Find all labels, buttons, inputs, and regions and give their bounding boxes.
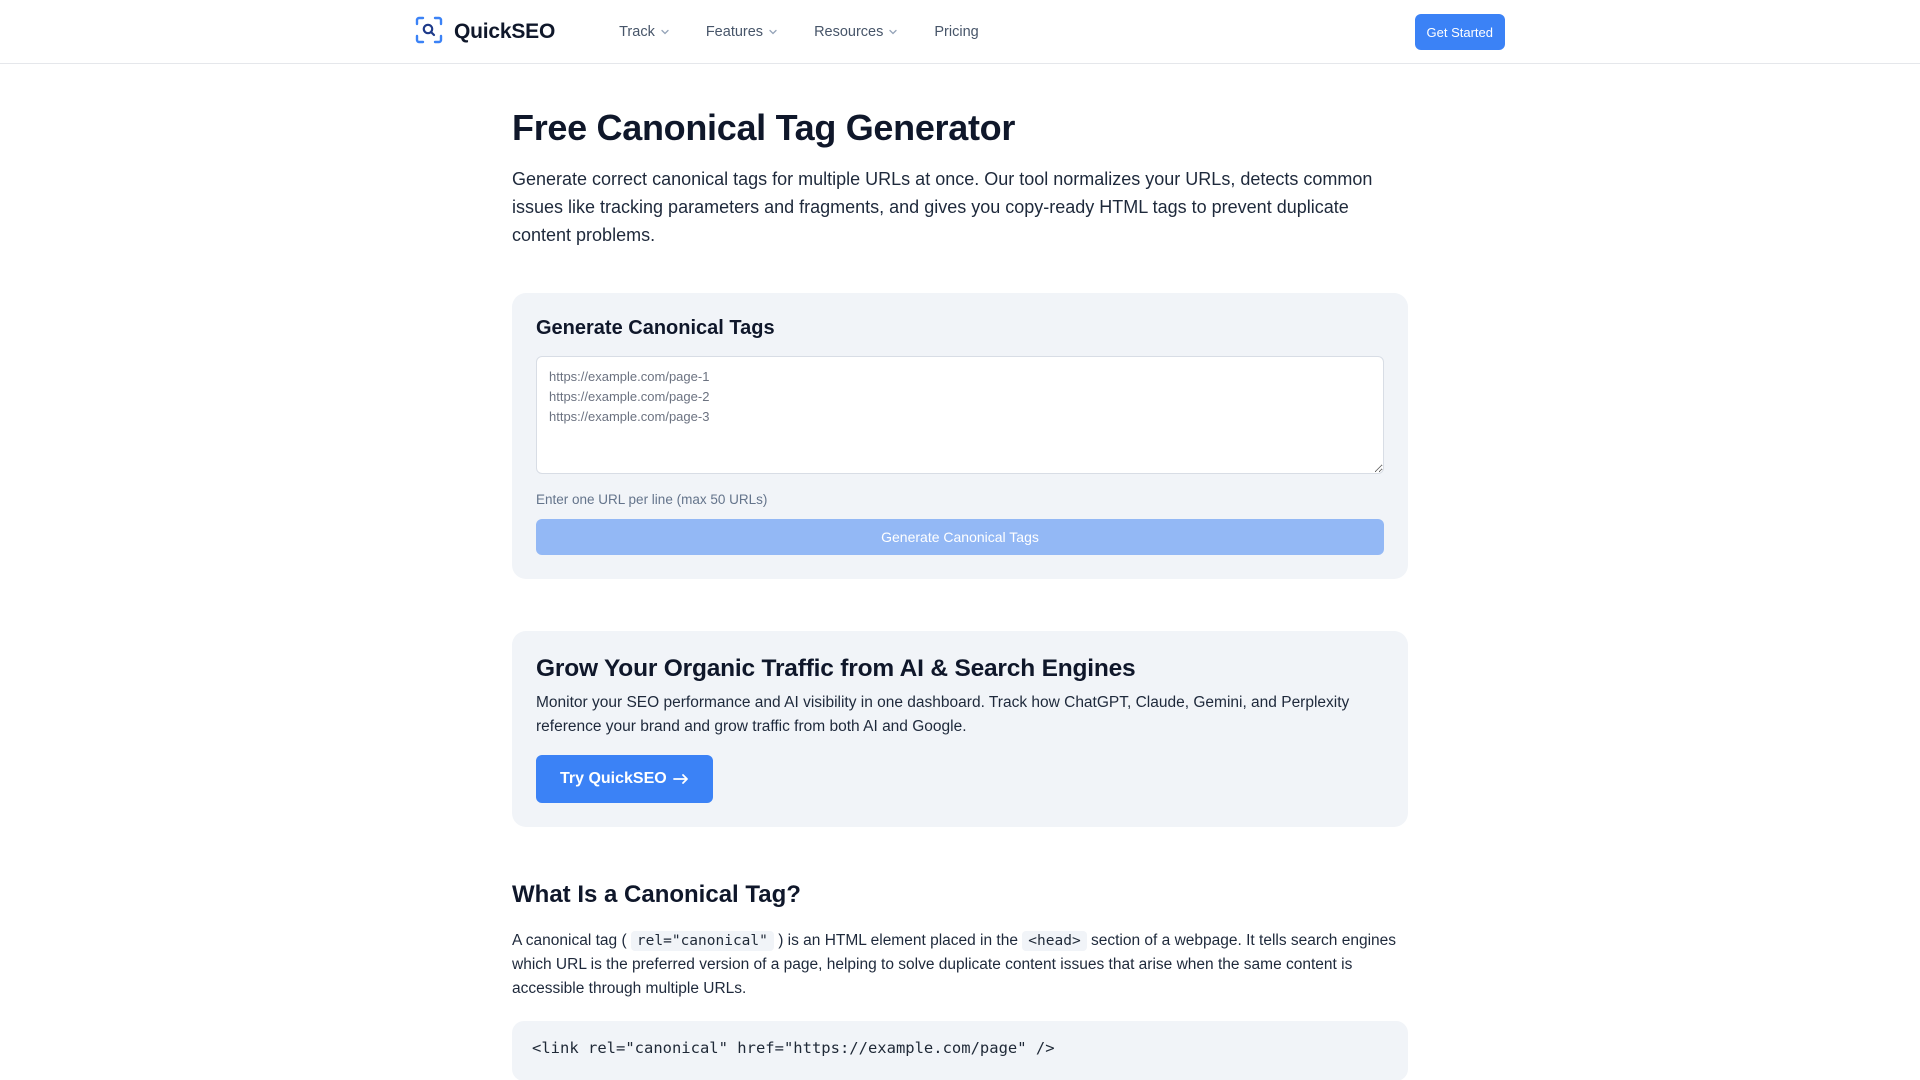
cta-card: Grow Your Organic Traffic from AI & Sear… <box>512 631 1408 828</box>
nav-item-label: Features <box>705 24 764 40</box>
url-input-hint: Enter one URL per line (max 50 URLs) <box>536 492 768 508</box>
text-segment: ) is an HTML element placed in the <box>778 932 1018 950</box>
nav-item-track[interactable]: Track <box>601 0 688 64</box>
page-title: Free Canonical Tag Generator <box>512 107 1016 148</box>
nav-item-label: Pricing <box>934 24 979 40</box>
chevron-down-icon <box>889 29 898 35</box>
generate-button[interactable]: Generate Canonical Tags <box>536 519 1384 556</box>
what-is-text: A canonical tag ( rel="canonical" ) is a… <box>512 929 1408 1001</box>
generator-title: Generate Canonical Tags <box>536 317 775 340</box>
site-header: QuickSEO Track Features Resources Pricin… <box>0 0 1920 64</box>
nav-item-resources[interactable]: Resources <box>796 0 916 64</box>
chevron-down-icon <box>769 29 777 35</box>
text-segment: A canonical tag ( <box>512 932 627 950</box>
get-started-button[interactable]: Get Started <box>1414 14 1505 50</box>
what-is-title: What Is a Canonical Tag? <box>512 881 801 909</box>
url-input[interactable] <box>536 356 1384 475</box>
cta-text: Monitor your SEO performance and AI visi… <box>536 694 1350 736</box>
main-nav: Track Features Resources Pricing <box>601 0 997 64</box>
logo-link[interactable]: QuickSEO <box>415 16 555 49</box>
arrow-right-icon <box>672 774 688 785</box>
cta-title: Grow Your Organic Traffic from AI & Sear… <box>536 655 1136 683</box>
code-example-block: <link rel="canonical" href="https://exam… <box>512 1021 1408 1080</box>
brand-name: QuickSEO <box>454 20 556 43</box>
logo-icon <box>415 16 443 49</box>
intro-text: Generate correct canonical tags for mult… <box>512 169 1373 246</box>
try-quickseo-button[interactable]: Try QuickSEO <box>536 755 713 804</box>
generator-card: Generate Canonical Tags Enter one URL pe… <box>512 293 1408 580</box>
nav-item-features[interactable]: Features <box>688 0 796 64</box>
nav-item-label: Resources <box>814 24 884 40</box>
try-button-label: Try QuickSEO <box>560 770 667 788</box>
chevron-down-icon <box>661 29 669 35</box>
inline-code-head: <head> <box>1022 931 1087 952</box>
nav-item-label: Track <box>619 24 655 40</box>
main-content: Free Canonical Tag Generator Generate co… <box>512 64 1408 1080</box>
header-inner: QuickSEO Track Features Resources Pricin… <box>415 0 1505 64</box>
inline-code-rel: rel="canonical" <box>630 931 774 952</box>
nav-item-pricing[interactable]: Pricing <box>916 0 996 64</box>
